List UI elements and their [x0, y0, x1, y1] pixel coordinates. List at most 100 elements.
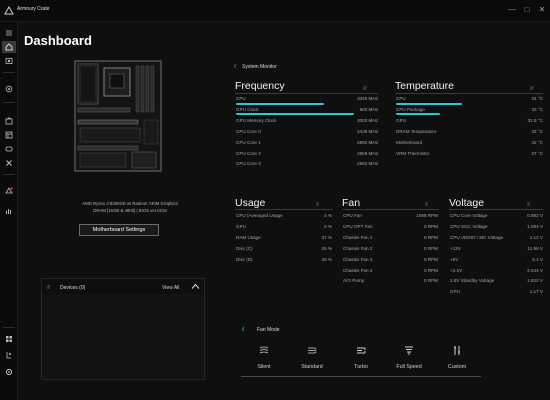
- fan-row-label: CPU Fan: [343, 213, 362, 218]
- game-library-icon: [5, 146, 13, 152]
- sidebar-item-armoury-toolbox[interactable]: [2, 115, 16, 127]
- motherboard-settings-button[interactable]: Motherboard Settings: [79, 224, 159, 236]
- fan-mode-standard-button[interactable]: Standard: [290, 345, 334, 375]
- voltage-row: CPU Core Voltage 0.992 V: [450, 213, 543, 220]
- usage-row-label: RAM Usage: [236, 234, 261, 240]
- usage-row-label: Disc (C): [236, 245, 253, 251]
- temperature-usage-bar: [396, 113, 441, 116]
- fan-row-value: 0 RPM: [423, 234, 438, 240]
- usage-row-value: 0 %: [324, 223, 332, 229]
- frequency-title: Frequency: [235, 80, 285, 92]
- sidebar-item-game-library[interactable]: [2, 143, 16, 155]
- fan-row: Chassis Fan 3 0 RPM: [343, 257, 438, 264]
- sidebar-item-deals[interactable]: [2, 205, 16, 217]
- voltage-row-value: 11.98 V: [527, 245, 544, 251]
- view-all-link[interactable]: View All: [162, 285, 179, 291]
- fan-mode-silent-button[interactable]: Silent: [242, 345, 286, 375]
- frequency-usage-bar: [236, 102, 325, 105]
- temperature-divider: [395, 93, 543, 94]
- fan-divider: [342, 209, 439, 210]
- section-hatch-icon: //: [234, 64, 236, 70]
- section-hatch-icon: ////: [530, 86, 534, 92]
- sidebar-item-scenario-profiles[interactable]: [2, 129, 16, 141]
- frequency-row-label: GPU Clock: [236, 106, 259, 112]
- sidebar-item-device[interactable]: [2, 55, 16, 67]
- sidebar-divider: [3, 102, 15, 103]
- temperature-row: DRAM Temperature 32 °C: [396, 129, 543, 136]
- voltage-row: +3.3V 3.344 V: [450, 268, 543, 275]
- page-title: Dashboard: [24, 33, 92, 48]
- temperature-row-value: 31.5 °C: [527, 117, 543, 123]
- voltage-row-label: 1.8V Standby Voltage: [450, 278, 495, 284]
- chevron-up-icon[interactable]: [191, 282, 200, 291]
- usage-row-value: 25 %: [321, 245, 332, 251]
- temperature-row-value: 34 °C: [531, 96, 543, 101]
- gear-icon: [5, 368, 13, 376]
- armoury-crate-logo-icon: [4, 6, 14, 15]
- frequency-row-value: 2959 MHz: [357, 150, 378, 156]
- devices-panel: /// Devices (0) View All: [41, 278, 205, 380]
- temperature-row-label: CPU: [396, 96, 406, 101]
- sidebar-item-settings[interactable]: [2, 366, 16, 378]
- aura-sync-icon: [5, 85, 13, 93]
- system-monitor-label: System Monitor: [242, 64, 277, 70]
- voltage-title: Voltage: [449, 197, 485, 209]
- usage-row-value: 4 %: [324, 213, 332, 218]
- sidebar-item-aura-sync[interactable]: [2, 83, 16, 95]
- fan-row-label: Chassis Fan 4: [343, 267, 373, 273]
- fan-row-value: 0 RPM: [423, 256, 438, 262]
- frequency-row: CPU Core 1 2992 MHz: [236, 140, 378, 147]
- voltage-row-value: 1.17 V: [529, 289, 543, 295]
- fan-row-value: 0 RPM: [423, 223, 438, 229]
- sidebar-item-home[interactable]: [2, 41, 16, 53]
- fan-mode-label: Fan Mode: [257, 327, 280, 333]
- sidebar-item-news[interactable]: [2, 185, 16, 197]
- temperature-usage-bar: [396, 102, 463, 105]
- temperature-row-value: 37 °C: [531, 150, 543, 156]
- frequency-row: CPU Core 0 4438 MHz: [236, 129, 378, 136]
- menu-button[interactable]: [2, 27, 16, 39]
- fan-row-value: 0 RPM: [423, 267, 438, 273]
- armoury-toolbox-icon: [5, 117, 13, 125]
- fan-mode-full-speed-button[interactable]: Full Speed: [387, 345, 431, 375]
- minimize-button[interactable]: —: [505, 4, 519, 16]
- fan-mode-custom-label: Custom: [447, 364, 467, 370]
- sidebar-item-settings-tools[interactable]: [2, 157, 16, 169]
- frequency-row-label: CPU Core 1: [236, 139, 261, 145]
- sidebar-item-user-center[interactable]: [2, 349, 16, 361]
- device-icon: [5, 58, 13, 64]
- voltage-row-label: GPU: [450, 289, 460, 295]
- usage-row-label: Disc (D): [236, 256, 253, 262]
- usage-divider: [235, 209, 333, 210]
- sidebar-item-app[interactable]: [2, 333, 16, 345]
- temperature-row-label: DRAM Temperature: [396, 128, 437, 134]
- voltage-row-value: 1.064 V: [527, 223, 543, 229]
- voltage-row-label: CPU Core Voltage: [450, 213, 488, 218]
- fan-row: Chassis Fan 4 0 RPM: [343, 268, 438, 275]
- maximize-button[interactable]: □: [520, 4, 534, 16]
- fan-mode-custom-button[interactable]: Custom: [435, 345, 479, 375]
- section-hatch-icon: ///: [527, 202, 530, 208]
- settings-tools-icon: [6, 160, 12, 166]
- voltage-row: +5V 5.1 V: [450, 257, 543, 264]
- voltage-row-value: 1.822 V: [527, 278, 543, 284]
- close-button[interactable]: ✕: [535, 4, 549, 16]
- full-speed-fan-icon: [405, 346, 413, 355]
- usage-title: Usage: [235, 197, 266, 209]
- deals-icon: [6, 209, 11, 214]
- voltage-row-label: CPU SOC Voltage: [450, 223, 488, 229]
- temperature-row-label: GPU: [396, 117, 406, 123]
- temperature-row-label: Motherboard: [396, 139, 423, 145]
- fan-row: Chassis Fan 2 0 RPM: [343, 246, 438, 253]
- voltage-divider: [449, 209, 543, 210]
- voltage-row-value: 1.12 V: [529, 234, 543, 240]
- motherboard-image: [74, 60, 162, 172]
- temperature-row: VRM Thermistor 37 °C: [396, 151, 543, 158]
- usage-row: RAM Usage 37 %: [236, 235, 332, 242]
- fan-mode-turbo-button[interactable]: Turbo: [339, 345, 383, 375]
- temperature-row-value: 33 °C: [531, 106, 543, 112]
- temperature-row-label: VRM Thermistor: [396, 150, 430, 156]
- section-hatch-icon: ///: [47, 285, 50, 291]
- menu-icon: [6, 30, 12, 36]
- dram-bios-line: DRAM [16GB & 4800] | BIOS ver.0218: [93, 208, 167, 213]
